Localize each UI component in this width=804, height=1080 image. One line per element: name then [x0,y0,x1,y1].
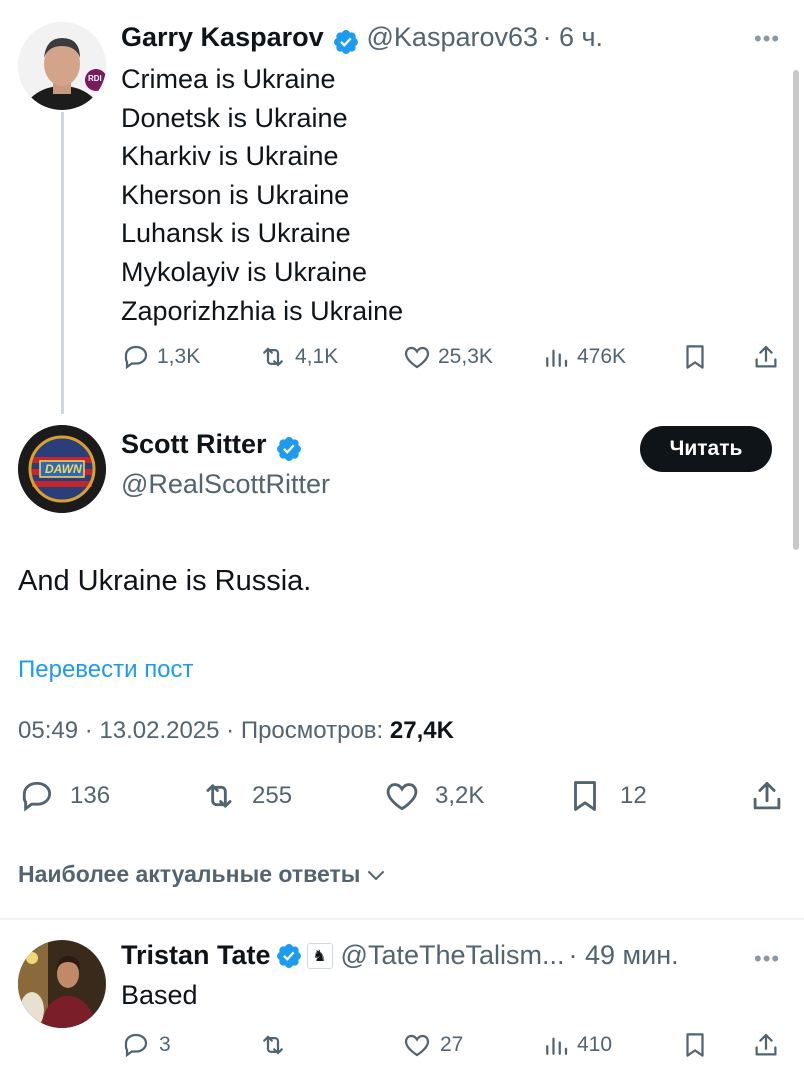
repost-icon [206,784,232,808]
like-count: 25,3K [438,345,493,368]
reply-icon [124,1033,148,1058]
share-icon [755,345,777,368]
thread-line [61,112,64,414]
like-button[interactable]: 3,2K [383,777,484,815]
avatar-kasparov[interactable]: RDI [18,22,106,110]
more-icon[interactable]: ••• [754,946,780,972]
share-button[interactable] [751,1030,781,1060]
bookmark-button[interactable] [680,342,710,372]
repost-count: 255 [252,782,293,809]
views-button[interactable]: 410 [541,1030,612,1060]
scrollbar[interactable] [793,70,799,550]
author-name[interactable]: Garry Kasparov [121,22,324,52]
reply-count: 3 [159,1033,171,1056]
tweet-ritter: DAWN Scott Ritter @RealScottRitter Читат… [0,405,804,920]
share-icon [753,781,781,810]
heart-icon [386,783,418,811]
author-handle[interactable]: @Kasparov63 [367,22,539,52]
reply-button[interactable]: 3 [121,1030,171,1060]
author-name[interactable]: Tristan Tate [121,940,271,971]
bookmark-icon [686,345,704,369]
reply-count: 136 [70,782,111,809]
timestamp[interactable]: 05:49 · 13.02.2025 · Просмотров: [18,717,390,744]
repost-count: 4,1K [295,345,339,368]
views-count: 476K [577,345,627,368]
author-name[interactable]: Scott Ritter [121,429,267,459]
avatar-text: DAWN [45,462,82,476]
bookmark-button[interactable] [680,1030,710,1060]
reply-tate[interactable]: Tristan Tate ♞ @TateTheTalism... · 49 ми… [0,920,804,1080]
bookmark-icon [686,1033,704,1057]
tweet-line: Donetsk is Ukraine [121,102,348,133]
reply-button[interactable]: 136 [18,777,110,815]
author-handle[interactable]: @TateTheTalism... [341,940,565,971]
bookmark-count: 12 [620,782,647,809]
tweet-line: Zaporizhzhia is Ukraine [121,295,404,326]
like-count: 27 [440,1033,464,1056]
views-button[interactable]: 476K [541,342,626,372]
tweet-header: Scott Ritter [121,429,303,463]
replies-sort[interactable]: Наиболее актуальные ответы [18,861,388,888]
tweet-time[interactable]: · 6 ч. [542,22,603,52]
reply-icon [124,345,148,370]
share-icon [755,1033,777,1056]
affiliate-badge-icon: ♞ [306,942,333,969]
author-handle[interactable]: @RealScottRitter [121,469,330,500]
repost-button[interactable]: 255 [198,777,292,815]
verified-icon [277,436,301,461]
verified-icon [276,943,301,968]
bookmark-button[interactable]: 12 [566,777,647,815]
repost-icon [263,1035,283,1055]
views-icon [546,349,568,367]
avatar-badge-text: RDI [88,74,102,83]
avatar-tate[interactable] [18,940,106,1028]
views-total: 27,4K [389,717,454,744]
views-icon [546,1037,568,1055]
verified-icon [334,29,359,54]
translate-link[interactable]: Перевести пост [18,656,194,684]
avatar-ritter[interactable]: DAWN [18,425,106,513]
sort-label: Наиболее актуальные ответы [18,861,361,887]
reply-button[interactable]: 1,3K [121,342,200,372]
follow-button[interactable]: Читать [640,426,772,472]
like-button[interactable]: 27 [402,1030,463,1060]
tweet-meta: 05:49 · 13.02.2025 · Просмотров: 27,4K [18,717,454,745]
tweet-header: Garry Kasparov @Kasparov63 · 6 ч. [121,22,603,56]
heart-icon [404,346,430,369]
heart-icon [404,1034,430,1057]
share-button[interactable] [751,342,781,372]
tweet-kasparov[interactable]: RDI Garry Kasparov @Kasparov63 · 6 ч. ••… [0,0,804,414]
like-button[interactable]: 25,3K [402,342,493,372]
repost-button[interactable] [257,1030,289,1060]
tweet-line: Kherson is Ukraine [121,179,350,210]
reply-text: Based [121,980,198,1010]
reply-icon [22,781,52,812]
reply-header: Tristan Tate ♞ @TateTheTalism... · 49 ми… [121,940,679,971]
chevron-down-icon [368,870,385,880]
bookmark-icon [574,781,596,811]
reply-count: 1,3K [157,345,201,368]
like-count: 3,2K [435,782,485,809]
tweet-line: Crimea is Ukraine [121,64,336,94]
repost-button[interactable]: 4,1K [257,342,338,372]
views-count: 410 [577,1033,613,1056]
tweet-body: Crimea is Ukraine Donetsk is Ukraine Kha… [121,60,403,330]
tweet-line: Kharkiv is Ukraine [121,141,339,172]
reply-time[interactable]: · 49 мин. [569,940,679,971]
tweet-line: Mykolayiv is Ukraine [121,256,368,287]
repost-icon [263,347,283,367]
tweet-text: And Ukraine is Russia. [18,565,312,597]
more-icon[interactable]: ••• [754,26,780,52]
tweet-line: Luhansk is Ukraine [121,218,351,249]
share-button[interactable] [748,777,786,815]
